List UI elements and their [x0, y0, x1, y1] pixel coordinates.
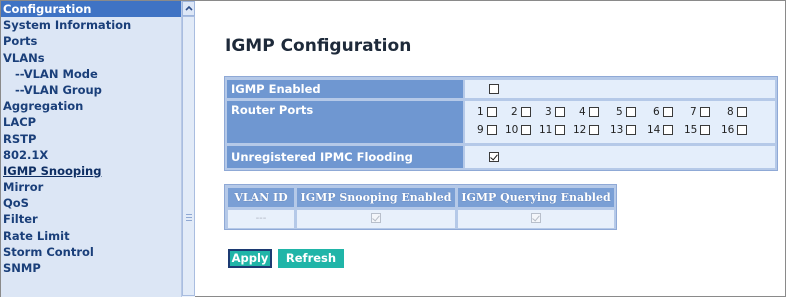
router-port-checkbox[interactable]: [520, 107, 531, 117]
nav-item-mirror[interactable]: Mirror: [1, 179, 181, 195]
router-port-7: 7: [690, 106, 713, 118]
nav-item-snmp[interactable]: SNMP: [1, 260, 181, 276]
querying-enabled-cell: [458, 210, 614, 228]
router-port-label: 16: [721, 124, 735, 136]
scroll-up-button[interactable]: [182, 1, 195, 16]
flooding-cell: [465, 146, 775, 168]
router-port-1: 1: [477, 106, 500, 118]
router-ports-cell: 1 2 3 4 5 6 7 8 9 10 11 12 13 14 15 16: [465, 101, 775, 143]
router-port-15: 15: [684, 124, 713, 136]
nav-item-system-information[interactable]: System Information: [1, 17, 181, 33]
router-port-8: 8: [727, 106, 750, 118]
router-port-label: 11: [539, 124, 553, 136]
nav-item-rstp[interactable]: RSTP: [1, 131, 181, 147]
scrollbar-thumb[interactable]: [182, 16, 195, 296]
vlan-igmp-table: VLAN ID IGMP Snooping Enabled IGMP Query…: [224, 184, 617, 230]
router-port-checkbox[interactable]: [555, 125, 566, 135]
nav-item-rate-limit[interactable]: Rate Limit: [1, 228, 181, 244]
router-port-checkbox[interactable]: [625, 107, 636, 117]
nav-item-storm-control[interactable]: Storm Control: [1, 244, 181, 260]
router-port-checkbox[interactable]: [700, 125, 711, 135]
chevron-up-icon: [185, 5, 193, 11]
nav-item-configuration[interactable]: Configuration: [1, 1, 181, 18]
router-port-label: 7: [690, 106, 697, 118]
router-port-16: 16: [721, 124, 750, 136]
router-port-checkbox[interactable]: [662, 107, 673, 117]
nav-item-qos[interactable]: QoS: [1, 195, 181, 211]
router-ports-label: Router Ports: [227, 101, 463, 143]
router-port-12: 12: [573, 124, 602, 136]
router-port-3: 3: [545, 106, 568, 118]
router-port-label: 12: [573, 124, 587, 136]
router-port-label: 1: [477, 106, 484, 118]
igmp-enabled-checkbox[interactable]: [489, 84, 499, 94]
grip-icon: [186, 214, 192, 222]
igmp-enabled-label: IGMP Enabled: [227, 80, 463, 98]
router-port-14: 14: [647, 124, 676, 136]
router-port-checkbox[interactable]: [736, 107, 747, 117]
vlan-id-cell: ---: [228, 210, 294, 228]
router-port-label: 5: [616, 106, 623, 118]
router-port-label: 8: [727, 106, 734, 118]
router-port-checkbox[interactable]: [589, 125, 600, 135]
router-port-label: 2: [511, 106, 518, 118]
router-port-checkbox[interactable]: [588, 107, 599, 117]
querying-enabled-header: IGMP Querying Enabled: [458, 188, 614, 207]
sidebar: Configuration System Information Ports V…: [1, 1, 195, 297]
router-port-label: 9: [477, 124, 484, 136]
router-port-checkbox[interactable]: [521, 125, 532, 135]
snooping-enabled-checkbox: [371, 213, 381, 223]
nav-item-aggregation[interactable]: Aggregation: [1, 98, 181, 114]
router-port-label: 4: [579, 106, 586, 118]
router-port-6: 6: [653, 106, 676, 118]
flooding-checkbox[interactable]: [489, 152, 499, 162]
router-port-4: 4: [579, 106, 602, 118]
router-port-checkbox[interactable]: [699, 107, 710, 117]
router-port-checkbox[interactable]: [486, 107, 497, 117]
snooping-enabled-header: IGMP Snooping Enabled: [297, 188, 455, 207]
router-port-label: 13: [610, 124, 624, 136]
router-port-label: 10: [505, 124, 519, 136]
router-port-label: 6: [653, 106, 660, 118]
router-port-10: 10: [505, 124, 534, 136]
sidebar-scrollbar[interactable]: [181, 1, 195, 297]
nav-item-filter[interactable]: Filter: [1, 211, 181, 227]
router-port-checkbox[interactable]: [626, 125, 637, 135]
nav-item-igmp-snooping[interactable]: IGMP Snooping: [1, 163, 181, 179]
nav-item-vlan-group[interactable]: --VLAN Group: [1, 82, 181, 98]
router-port-label: 3: [545, 106, 552, 118]
nav-menu: Configuration System Information Ports V…: [1, 1, 181, 297]
router-port-5: 5: [616, 106, 639, 118]
page-title: IGMP Configuration: [225, 36, 412, 56]
snooping-enabled-cell: [297, 210, 455, 228]
router-port-checkbox[interactable]: [737, 125, 748, 135]
router-port-label: 15: [684, 124, 698, 136]
querying-enabled-checkbox: [531, 213, 541, 223]
refresh-button[interactable]: Refresh: [278, 249, 344, 268]
nav-item-ports[interactable]: Ports: [1, 33, 181, 49]
router-port-checkbox[interactable]: [554, 107, 565, 117]
apply-button[interactable]: Apply: [228, 249, 272, 268]
router-port-checkbox[interactable]: [663, 125, 674, 135]
vlan-id-header: VLAN ID: [228, 188, 294, 207]
nav-item-vlans[interactable]: VLANs: [1, 50, 181, 66]
router-port-11: 11: [539, 124, 568, 136]
router-port-checkbox[interactable]: [486, 125, 497, 135]
router-port-9: 9: [477, 124, 500, 136]
igmp-enabled-cell: [465, 80, 775, 98]
router-port-2: 2: [511, 106, 534, 118]
nav-item-lacp[interactable]: LACP: [1, 114, 181, 130]
router-port-label: 14: [647, 124, 661, 136]
nav-item-8021x[interactable]: 802.1X: [1, 147, 181, 163]
router-port-13: 13: [610, 124, 639, 136]
nav-item-vlan-mode[interactable]: --VLAN Mode: [1, 66, 181, 82]
flooding-label: Unregistered IPMC Flooding enabled: [227, 146, 463, 186]
igmp-config-table: IGMP Enabled Router Ports 1 2 3 4 5 6 7 8 9 10 11 1…: [224, 76, 778, 186]
